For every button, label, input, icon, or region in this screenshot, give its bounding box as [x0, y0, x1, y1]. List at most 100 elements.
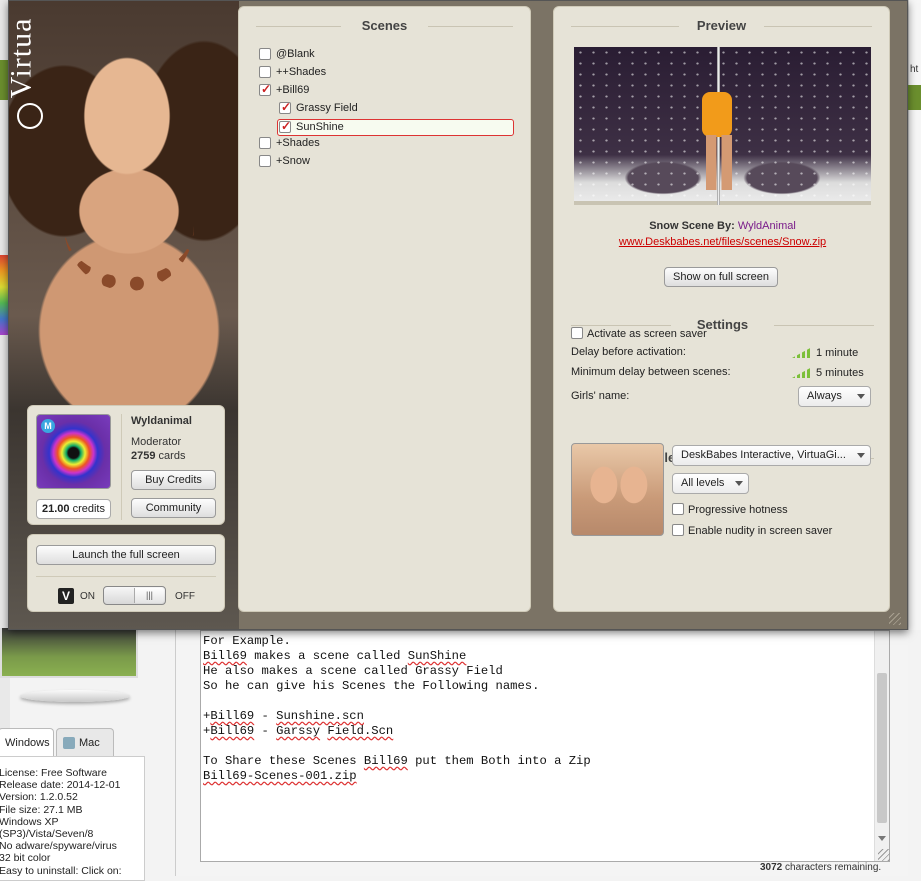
delay-value[interactable]: 1 minute [816, 347, 858, 359]
nudity-checkbox[interactable] [672, 524, 684, 536]
scene-download-link[interactable]: www.Deskbabes.net/files/scenes/Snow.zip [554, 236, 891, 248]
heading-rule [256, 25, 341, 27]
virtuagirl-v-icon: V [58, 588, 74, 604]
moderator-badge-icon: M [41, 419, 55, 433]
min-delay-value[interactable]: 5 minutes [816, 367, 864, 379]
scene-checkbox[interactable] [259, 82, 271, 96]
card-count-suffix: cards [155, 450, 186, 462]
scene-item-plusplus-shades[interactable]: ++Shades [259, 65, 519, 83]
scene-item-grassy-field[interactable]: Grassy Field [259, 100, 519, 119]
girls-name-label: Girls' name: [571, 390, 630, 402]
scene-item-bill69[interactable]: +Bill69 [259, 82, 519, 101]
scene-item-blank[interactable]: @Blank [259, 47, 519, 65]
scene-author[interactable]: WyldAnimal [738, 220, 796, 232]
textarea-resize-grip-icon[interactable] [878, 849, 890, 861]
scene-checkbox[interactable] [259, 137, 271, 149]
editor-scrollbar[interactable] [874, 631, 889, 861]
heading-rule [571, 25, 679, 27]
user-card: M 21.00 credits Wyldanimal Moderator 275… [27, 405, 225, 525]
collection-value: DeskBabes Interactive, VirtuaGi... [681, 449, 846, 461]
scene-by-prefix: Snow Scene By: [649, 220, 738, 232]
scene-credit: Snow Scene By: WyldAnimal [554, 220, 891, 232]
scenes-heading: Scenes [239, 18, 530, 33]
virtuagirl-window: Virtua M 21.00 credits Wyldanimal Modera… [8, 0, 908, 630]
editor-line: Bill69-Scenes-001.zip [203, 769, 357, 783]
tab-windows-label: Windows [5, 737, 50, 749]
collection-select[interactable]: DeskBabes Interactive, VirtuaGi... [672, 445, 871, 466]
progressive-checkbox[interactable] [672, 503, 684, 515]
info-line: (SP3)/Vista/Seven/8 [0, 828, 94, 841]
avatar: M [36, 414, 111, 489]
delay-label: Delay before activation: [571, 346, 686, 358]
toggle-knob[interactable]: ||| [134, 588, 164, 603]
scene-item-shades[interactable]: +Shades [259, 136, 519, 154]
monitor-stand [20, 690, 130, 702]
tab-windows[interactable]: Windows [0, 728, 54, 756]
scene-label: SunShine [296, 121, 344, 133]
nudity-label: Enable nudity in screen saver [688, 525, 833, 537]
buy-credits-button[interactable]: Buy Credits [131, 470, 216, 490]
brand-text: Virtua [8, 17, 38, 99]
on-off-toggle[interactable]: ||| [103, 586, 166, 605]
scene-checkbox[interactable] [259, 155, 271, 167]
editor-line: So he can give his Scenes the Following … [203, 679, 540, 693]
scene-preview-image[interactable] [574, 47, 871, 205]
scene-label: Grassy Field [296, 102, 358, 114]
chevron-down-icon [735, 481, 743, 486]
scene-item-sunshine[interactable]: SunShine [277, 119, 514, 136]
scene-tree: @Blank ++Shades +Bill69 Grassy Field Sun… [259, 47, 519, 172]
window-resize-grip-icon[interactable] [889, 613, 901, 625]
tab-mac[interactable]: Mac [56, 728, 114, 756]
heading-rule [774, 324, 874, 326]
scene-label: +Bill69 [276, 84, 310, 96]
background-green-strip [908, 85, 921, 110]
necklace-detail [64, 216, 194, 291]
scenes-title: Scenes [361, 18, 408, 33]
nudity-option[interactable]: Enable nudity in screen saver [672, 522, 832, 537]
toggle-off-label: OFF [175, 591, 195, 602]
show-full-screen-button[interactable]: Show on full screen [664, 267, 778, 287]
screensaver-option[interactable]: Activate as screen saver [571, 325, 707, 340]
heading-rule [428, 25, 513, 27]
level-select[interactable]: All levels [672, 473, 749, 494]
progressive-hotness-option[interactable]: Progressive hotness [672, 501, 788, 516]
brand-emblem-icon [17, 103, 43, 129]
message-text: For Example. Bill69 makes a scene called… [201, 631, 889, 784]
card-count: 2759 cards [131, 450, 185, 462]
scenes-panel: Scenes @Blank ++Shades +Bill69 Grassy Fi… [238, 6, 531, 612]
scene-item-snow[interactable]: +Snow [259, 154, 519, 172]
delay-level-icon[interactable] [792, 347, 812, 358]
screensaver-label: Activate as screen saver [587, 328, 707, 340]
scene-checkbox[interactable] [259, 66, 271, 78]
girls-name-select[interactable]: Always [798, 386, 871, 407]
info-line: Windows XP [0, 815, 59, 828]
scroll-down-arrow-icon[interactable] [878, 836, 886, 841]
credits-display: 21.00 credits [36, 499, 111, 519]
launch-full-screen-button[interactable]: Launch the full screen [36, 545, 216, 565]
user-role: Moderator [131, 436, 182, 448]
card-count-value: 2759 [131, 450, 156, 462]
chars-suffix: characters remaining. [782, 862, 882, 873]
chevron-down-icon [857, 394, 865, 399]
girls-name-value: Always [807, 390, 842, 402]
editor-line: To Share these Scenes Bill69 put them Bo… [203, 754, 591, 768]
min-delay-level-icon[interactable] [792, 367, 812, 378]
chars-count: 3072 [760, 862, 783, 873]
scene-checkbox[interactable] [259, 48, 271, 60]
community-button[interactable]: Community [131, 498, 216, 518]
chars-remaining: 3072 characters remaining. [760, 862, 881, 873]
info-line: No adware/spyware/virus [0, 840, 117, 853]
editor-scroll-thumb[interactable] [877, 673, 887, 823]
editor-line: Bill69 makes a scene called SunShine [203, 649, 467, 663]
message-textarea[interactable]: For Example. Bill69 makes a scene called… [200, 630, 890, 862]
preview-title: Preview [696, 18, 747, 33]
info-line: Release date: 2014-12-01 [0, 779, 121, 792]
editor-line: +Bill69 - Garssy Field.Scn [203, 724, 394, 738]
scene-checkbox[interactable] [279, 100, 291, 114]
scene-checkbox[interactable] [279, 119, 291, 133]
credits-value: 21.00 [42, 503, 70, 515]
screensaver-checkbox[interactable] [571, 327, 583, 339]
progressive-label: Progressive hotness [688, 504, 788, 516]
editor-line: He also makes a scene called Grassy Fiel… [203, 664, 503, 678]
scene-label: +Shades [276, 137, 320, 149]
